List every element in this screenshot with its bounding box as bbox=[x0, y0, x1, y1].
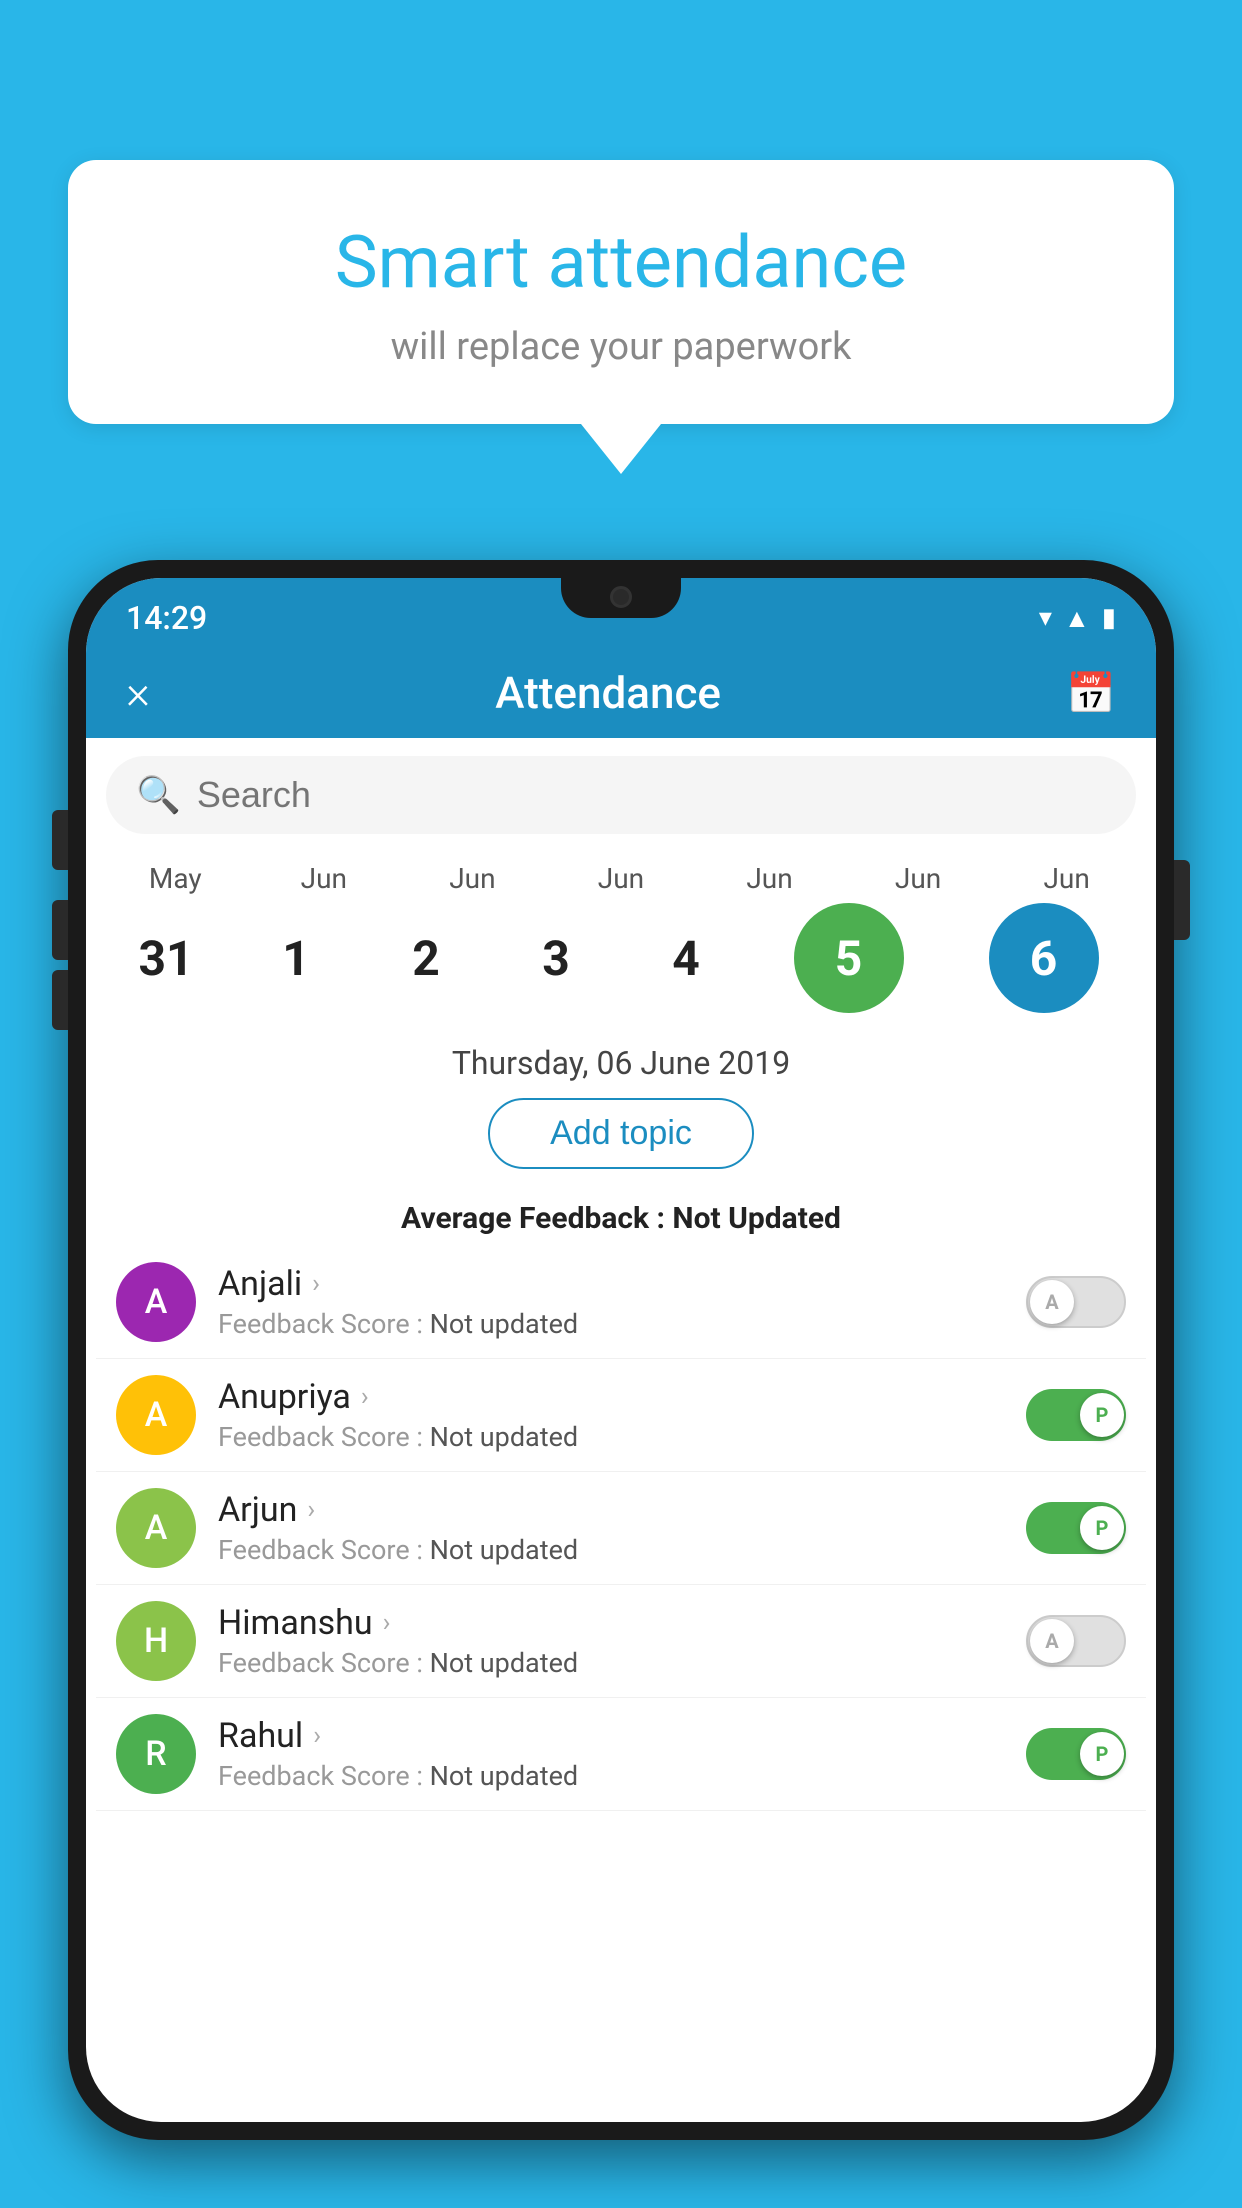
student-avatar: R bbox=[116, 1714, 196, 1794]
student-feedback: Feedback Score : Not updated bbox=[218, 1760, 1026, 1792]
speech-bubble-container: Smart attendance will replace your paper… bbox=[68, 160, 1174, 474]
toggle-knob: P bbox=[1080, 1732, 1124, 1776]
student-avatar: H bbox=[116, 1601, 196, 1681]
status-icons: ▾ ▲ ▮ bbox=[1039, 603, 1116, 634]
month-0: May bbox=[110, 862, 240, 895]
chevron-icon: › bbox=[383, 1608, 391, 1638]
toggle-knob: A bbox=[1030, 1280, 1074, 1324]
chevron-icon: › bbox=[313, 1721, 321, 1751]
content-area: Thursday, 06 June 2019 Add topic Average… bbox=[86, 1026, 1156, 1821]
status-time: 14:29 bbox=[126, 599, 207, 637]
battery-icon: ▮ bbox=[1102, 603, 1116, 633]
header-title: Attendance bbox=[495, 667, 721, 719]
attendance-toggle[interactable]: A bbox=[1026, 1615, 1126, 1667]
add-topic-wrapper: Add topic bbox=[86, 1098, 1156, 1185]
feedback-average-label: Average Feedback : bbox=[401, 1201, 672, 1236]
phone-container: 14:29 ▾ ▲ ▮ × Attendance 📅 🔍 bbox=[68, 560, 1174, 2208]
date-4[interactable]: 4 bbox=[621, 930, 751, 987]
phone-notch bbox=[561, 578, 681, 618]
date-3[interactable]: 3 bbox=[491, 930, 621, 987]
date-0[interactable]: 31 bbox=[101, 930, 231, 987]
date-6-selected[interactable]: 6 bbox=[989, 903, 1099, 1013]
chevron-icon: › bbox=[312, 1269, 320, 1299]
toggle-container[interactable]: P bbox=[1026, 1728, 1126, 1780]
signal-icon: ▲ bbox=[1064, 603, 1090, 634]
student-name: Anupriya › bbox=[218, 1377, 1026, 1417]
student-item[interactable]: AAnjali ›Feedback Score : Not updatedA bbox=[96, 1246, 1146, 1359]
student-feedback: Feedback Score : Not updated bbox=[218, 1308, 1026, 1340]
search-container[interactable]: 🔍 bbox=[106, 756, 1136, 834]
student-feedback: Feedback Score : Not updated bbox=[218, 1421, 1026, 1453]
phone-outer: 14:29 ▾ ▲ ▮ × Attendance 📅 🔍 bbox=[68, 560, 1174, 2140]
student-item[interactable]: R Rahul › Feedback Score : Not updated P bbox=[96, 1698, 1146, 1811]
search-icon: 🔍 bbox=[136, 774, 181, 816]
student-info: Arjun › Feedback Score : Not updated bbox=[218, 1490, 1026, 1566]
toggle-knob: P bbox=[1080, 1506, 1124, 1550]
calendar-dates-row: 31 1 2 3 4 5 6 bbox=[86, 895, 1156, 1021]
app-header: × Attendance 📅 bbox=[86, 648, 1156, 738]
attendance-toggle[interactable]: P bbox=[1026, 1728, 1126, 1780]
selected-date-label: Thursday, 06 June 2019 bbox=[86, 1044, 1156, 1082]
toggle-knob: P bbox=[1080, 1393, 1124, 1437]
student-info: Rahul › Feedback Score : Not updated bbox=[218, 1716, 1026, 1792]
attendance-toggle[interactable]: A bbox=[1026, 1276, 1126, 1328]
feedback-average-value: Not Updated bbox=[672, 1201, 841, 1236]
attendance-toggle[interactable]: P bbox=[1026, 1389, 1126, 1441]
student-name: Himanshu › bbox=[218, 1603, 1026, 1643]
toggle-container[interactable]: P bbox=[1026, 1389, 1126, 1441]
student-info: Anjali › Feedback Score : Not updated bbox=[218, 1264, 1026, 1340]
student-info: Anupriya › Feedback Score : Not updated bbox=[218, 1377, 1026, 1453]
student-list: AAnjali ›Feedback Score : Not updatedAAA… bbox=[86, 1246, 1156, 1811]
toggle-knob: A bbox=[1030, 1619, 1074, 1663]
calendar-months-row: May Jun Jun Jun Jun Jun Jun bbox=[86, 862, 1156, 895]
month-3: Jun bbox=[556, 862, 686, 895]
speech-bubble-title: Smart attendance bbox=[118, 220, 1124, 305]
attendance-toggle[interactable]: P bbox=[1026, 1502, 1126, 1554]
student-name: Arjun › bbox=[218, 1490, 1026, 1530]
chevron-icon: › bbox=[307, 1495, 315, 1525]
student-feedback: Feedback Score : Not updated bbox=[218, 1534, 1026, 1566]
student-avatar: A bbox=[116, 1375, 196, 1455]
speech-bubble: Smart attendance will replace your paper… bbox=[68, 160, 1174, 424]
chevron-icon: › bbox=[361, 1382, 369, 1412]
student-avatar: A bbox=[116, 1488, 196, 1568]
close-button[interactable]: × bbox=[126, 666, 150, 720]
toggle-container[interactable]: A bbox=[1026, 1276, 1126, 1328]
student-name: Rahul › bbox=[218, 1716, 1026, 1756]
month-4: Jun bbox=[705, 862, 835, 895]
date-1[interactable]: 1 bbox=[231, 930, 361, 987]
student-item[interactable]: A Arjun › Feedback Score : Not updated P bbox=[96, 1472, 1146, 1585]
month-2: Jun bbox=[407, 862, 537, 895]
student-info: Himanshu › Feedback Score : Not updated bbox=[218, 1603, 1026, 1679]
student-feedback: Feedback Score : Not updated bbox=[218, 1647, 1026, 1679]
search-input[interactable] bbox=[197, 774, 1106, 816]
student-name: Anjali › bbox=[218, 1264, 1026, 1304]
speech-bubble-subtitle: will replace your paperwork bbox=[118, 325, 1124, 369]
feedback-average: Average Feedback : Not Updated bbox=[86, 1201, 1156, 1236]
wifi-icon: ▾ bbox=[1039, 603, 1052, 633]
toggle-container[interactable]: A bbox=[1026, 1615, 1126, 1667]
date-2[interactable]: 2 bbox=[361, 930, 491, 987]
student-item[interactable]: H Himanshu › Feedback Score : Not updatedA bbox=[96, 1585, 1146, 1698]
month-1: Jun bbox=[259, 862, 389, 895]
notch-camera bbox=[610, 586, 632, 608]
speech-bubble-arrow bbox=[581, 424, 661, 474]
student-avatar: A bbox=[116, 1262, 196, 1342]
calendar-icon[interactable]: 📅 bbox=[1066, 670, 1116, 717]
add-topic-button[interactable]: Add topic bbox=[488, 1098, 754, 1169]
phone-inner: 14:29 ▾ ▲ ▮ × Attendance 📅 🔍 bbox=[86, 578, 1156, 2122]
month-5: Jun bbox=[853, 862, 983, 895]
calendar-strip: May Jun Jun Jun Jun Jun Jun 31 1 2 3 4 5… bbox=[86, 852, 1156, 1026]
student-item[interactable]: A Anupriya › Feedback Score : Not updated P bbox=[96, 1359, 1146, 1472]
date-5-today[interactable]: 5 bbox=[794, 903, 904, 1013]
month-6: Jun bbox=[1002, 862, 1132, 895]
toggle-container[interactable]: P bbox=[1026, 1502, 1126, 1554]
